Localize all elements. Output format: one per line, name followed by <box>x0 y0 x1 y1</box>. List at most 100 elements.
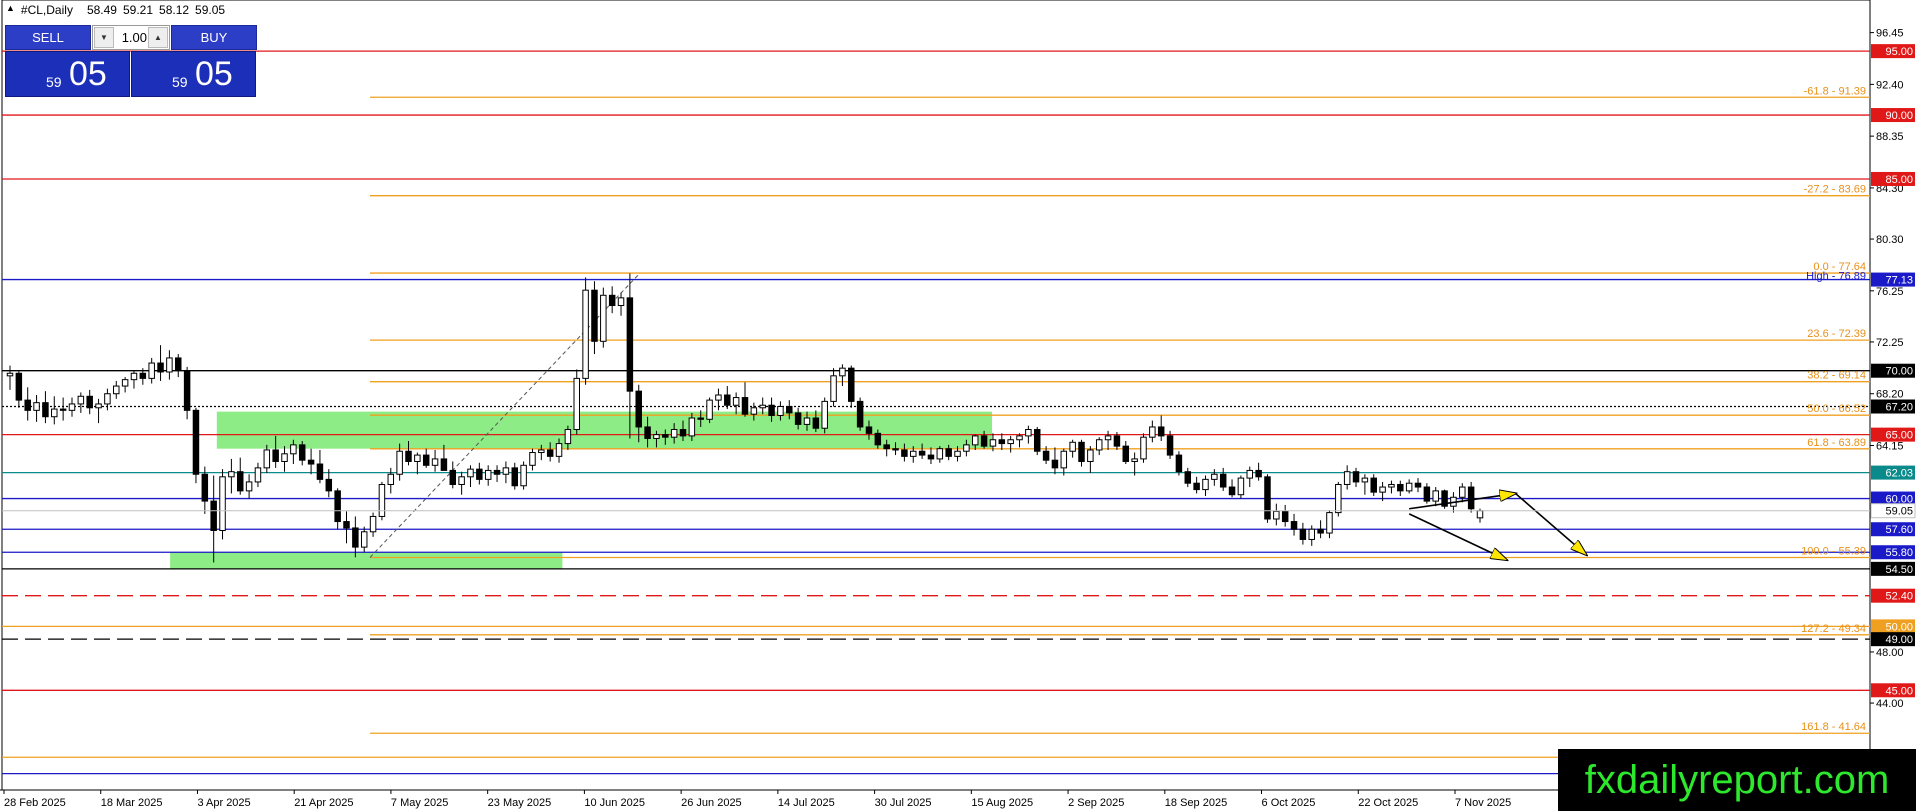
candle-body <box>608 294 616 307</box>
candle-body <box>175 357 182 372</box>
candle-body <box>1157 426 1165 437</box>
annotation-label: High - 76.89 <box>1806 271 1866 283</box>
y-tick-label: 44.00 <box>1876 698 1904 710</box>
fib-label: -61.8 - 91.39 <box>1804 85 1866 97</box>
collapse-triangle-icon[interactable]: ▲ <box>6 3 15 17</box>
fib-label: 50.0 - 66.52 <box>1807 403 1866 415</box>
candle-body <box>706 399 713 420</box>
candle-body <box>15 372 23 401</box>
x-tick-label: 23 May 2025 <box>488 797 552 809</box>
candle-body <box>484 469 492 480</box>
plot-frame <box>1 0 1871 791</box>
sell-button[interactable]: SELL <box>5 25 91 50</box>
candle-body <box>980 435 988 447</box>
candle-body <box>228 471 235 478</box>
sell-price-box[interactable]: 59 05 <box>5 51 130 97</box>
price-badge-label: 90.00 <box>1885 110 1913 122</box>
candle-body <box>1326 512 1333 534</box>
candle-body <box>936 448 944 460</box>
candle-body <box>786 406 793 414</box>
ohlc-high: 59.21 <box>122 3 154 17</box>
lot-size-input[interactable]: 1.00 <box>115 30 147 45</box>
ohlc-values: 58.49 59.21 58.12 59.05 <box>87 3 225 17</box>
lot-decrease-icon[interactable]: ▼ <box>94 27 114 48</box>
candle-body <box>874 432 882 446</box>
ohlc-close: 59.05 <box>195 3 226 17</box>
candle-body <box>1184 471 1192 484</box>
candle-body <box>476 468 483 480</box>
candle-body <box>635 390 642 428</box>
candle-body <box>1087 449 1094 462</box>
candle-body <box>830 375 837 402</box>
candle-body <box>1255 469 1262 478</box>
candle-body <box>183 370 191 411</box>
lot-size-stepper[interactable]: ▼ 1.00 ▲ <box>92 25 170 50</box>
y-tick-label: 80.30 <box>1876 234 1904 246</box>
candle-body <box>422 454 430 466</box>
candle-body <box>1016 435 1023 441</box>
candle-body <box>77 395 85 405</box>
candle-body <box>121 379 129 387</box>
candle-body <box>1414 482 1422 488</box>
candle-body <box>1317 528 1324 534</box>
candle-body <box>440 458 448 471</box>
forecast-arrow <box>1514 492 1586 554</box>
candle-body <box>431 458 439 466</box>
candle-body <box>458 476 465 485</box>
candle-body <box>1246 469 1254 479</box>
candle-body <box>1281 510 1289 523</box>
ohlc-low: 58.12 <box>159 3 190 17</box>
x-tick-label: 2 Sep 2025 <box>1068 797 1124 809</box>
fib-label: 61.8 - 63.89 <box>1807 437 1866 449</box>
candle-body <box>759 404 766 409</box>
candle-body <box>405 450 412 462</box>
symbol-header: ▲ #CL,Daily 58.49 59.21 58.12 59.05 <box>6 3 225 17</box>
candle-body <box>750 407 758 415</box>
candle-body <box>582 289 589 379</box>
candle-body <box>1069 441 1076 452</box>
buy-button[interactable]: BUY <box>171 25 257 50</box>
candle-body <box>1042 450 1050 461</box>
candle-body <box>803 417 811 425</box>
candle-body <box>59 408 67 411</box>
candle-body <box>352 527 359 548</box>
x-tick-label: 7 Nov 2025 <box>1455 797 1511 809</box>
candle-body <box>1361 477 1369 483</box>
candle-body <box>1273 510 1280 520</box>
x-tick-label: 30 Jul 2025 <box>875 797 932 809</box>
y-tick-label: 64.15 <box>1876 440 1904 452</box>
candle-body <box>848 367 855 402</box>
candle-body <box>777 406 784 416</box>
candle-body <box>219 476 226 532</box>
candle-body <box>918 450 926 456</box>
price-badge-label: 49.00 <box>1885 634 1913 646</box>
price-badge-label: 62.03 <box>1885 468 1913 480</box>
candle-body <box>520 464 527 487</box>
candle-body <box>1228 486 1236 496</box>
candle-body <box>697 417 704 420</box>
candle-body <box>316 463 324 480</box>
lot-increase-icon[interactable]: ▲ <box>148 27 168 48</box>
candle-body <box>573 377 580 431</box>
candle-body <box>396 450 403 475</box>
candle-body <box>387 473 395 485</box>
candle-body <box>1379 486 1386 493</box>
candle-body <box>989 439 997 447</box>
buy-price-big: 05 <box>195 55 233 93</box>
candle-body <box>1432 490 1439 502</box>
candle-body <box>1122 445 1130 462</box>
y-tick-label: 88.35 <box>1876 131 1904 143</box>
x-tick-label: 22 Oct 2025 <box>1358 797 1418 809</box>
candle-body <box>166 357 173 373</box>
price-chart[interactable]: -61.8 - 91.39-27.2 - 83.690.0 - 77.6423.… <box>0 0 1916 811</box>
candle-body <box>1264 476 1271 520</box>
candle-body <box>856 400 864 428</box>
candle-body <box>1193 482 1200 491</box>
buy-price-box[interactable]: 59 05 <box>131 51 256 97</box>
candle-body <box>68 403 76 411</box>
candle-body <box>254 467 262 483</box>
candle-body <box>1140 436 1147 460</box>
candle-body <box>1290 521 1298 530</box>
candle-body <box>1343 471 1351 485</box>
price-badge-label: 54.50 <box>1885 564 1913 576</box>
